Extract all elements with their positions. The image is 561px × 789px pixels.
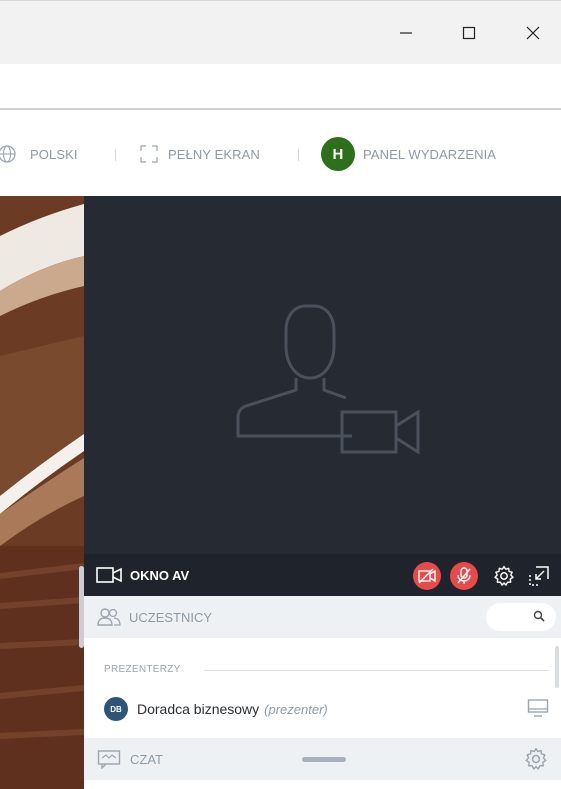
chat-title: CZAT	[97, 738, 163, 780]
av-window-title[interactable]: OKNO AV	[96, 554, 189, 596]
minimize-window-icon	[529, 566, 549, 586]
background-photo-art	[0, 196, 84, 789]
screen-share-icon[interactable]	[527, 698, 549, 718]
participant-name: Doradca biznesowy	[137, 701, 260, 717]
search-icon	[533, 610, 545, 622]
maximize-button[interactable]	[449, 15, 489, 51]
app-window: POLSKI PEŁNY EKRAN H PANEL WYDARZENIA OK…	[0, 0, 561, 789]
minimize-icon	[400, 32, 412, 34]
user-avatar: H	[321, 137, 355, 171]
participants-header[interactable]: UCZESTNICY	[84, 596, 561, 638]
participant-avatar: DB	[104, 697, 128, 721]
chat-drag-handle[interactable]	[302, 757, 346, 762]
nav-divider	[115, 149, 116, 161]
av-settings-button[interactable]	[490, 562, 518, 590]
participants-search-input[interactable]	[486, 603, 556, 631]
av-minimize-button[interactable]	[525, 562, 553, 590]
video-camera-icon	[96, 567, 122, 583]
close-button[interactable]	[513, 15, 553, 51]
no-video-placeholder-icon	[236, 304, 420, 455]
maximize-icon	[462, 26, 476, 40]
chat-header[interactable]: CZAT	[84, 738, 561, 780]
participants-list: PREZENTERZY DB Doradca biznesowy (prezen…	[84, 638, 561, 738]
top-navigation: POLSKI PEŁNY EKRAN H PANEL WYDARZENIA	[0, 112, 561, 196]
language-selector[interactable]: POLSKI	[0, 112, 78, 196]
av-window-label: OKNO AV	[130, 567, 190, 583]
event-panel-label: PANEL WYDARZENIA	[363, 146, 497, 162]
minimize-button[interactable]	[386, 15, 426, 51]
microphone-toggle-button[interactable]	[450, 562, 478, 590]
mic-off-icon	[457, 567, 471, 584]
list-scrollbar[interactable]	[555, 646, 559, 688]
close-icon	[526, 26, 540, 40]
users-icon	[97, 608, 121, 626]
list-item[interactable]: DB Doradca biznesowy (prezenter)	[104, 696, 549, 722]
globe-icon	[0, 145, 16, 163]
bottom-edge	[84, 780, 561, 789]
language-label: POLSKI	[30, 146, 78, 162]
chat-label: CZAT	[130, 751, 163, 767]
background-image	[0, 196, 84, 789]
camera-off-icon	[418, 568, 436, 584]
address-area	[0, 64, 561, 110]
fullscreen-button[interactable]: PEŁNY EKRAN	[138, 112, 260, 196]
gear-icon	[494, 565, 514, 586]
event-panel-button[interactable]: H PANEL WYDARZENIA	[321, 112, 496, 196]
participants-label: UCZESTNICY	[129, 609, 213, 625]
fullscreen-icon	[140, 145, 158, 163]
av-window-bar: OKNO AV	[84, 554, 561, 596]
video-area	[84, 196, 561, 554]
window-titlebar	[0, 0, 561, 64]
gear-icon	[525, 747, 547, 770]
fullscreen-label: PEŁNY EKRAN	[168, 146, 260, 162]
camera-toggle-button[interactable]	[413, 562, 441, 590]
presenters-section-title: PREZENTERZY	[104, 664, 181, 675]
nav-divider	[298, 149, 299, 161]
section-divider	[204, 670, 549, 671]
participants-title: UCZESTNICY	[97, 596, 212, 638]
participant-role: (prezenter)	[264, 701, 328, 717]
chat-settings-button[interactable]	[524, 747, 548, 776]
chat-icon	[97, 750, 121, 769]
